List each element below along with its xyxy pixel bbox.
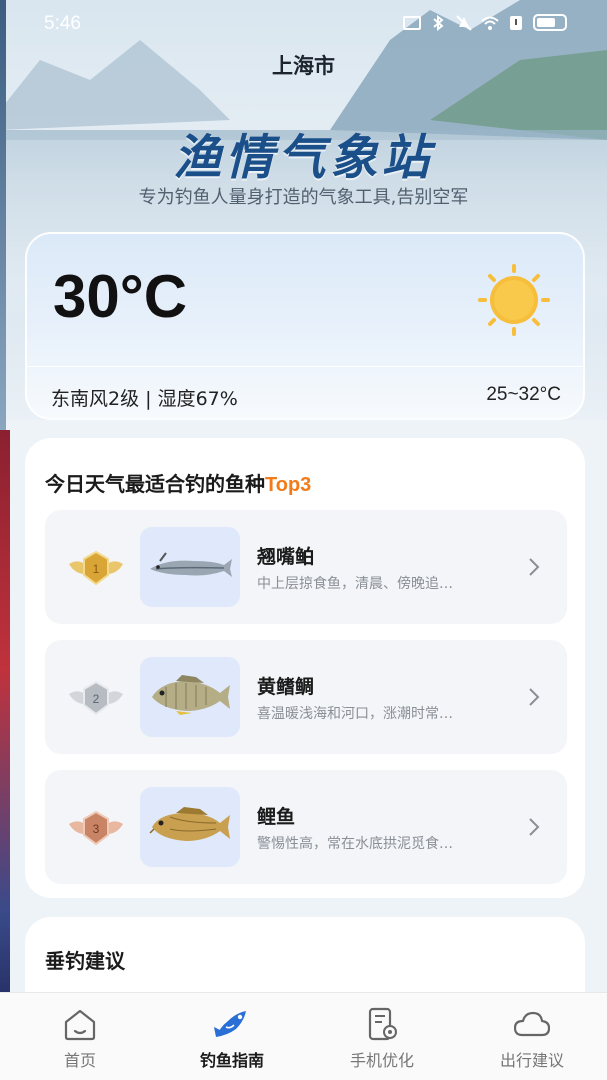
tab-fishing-guide[interactable]: 钓鱼指南	[156, 993, 308, 1080]
svg-text:2: 2	[93, 692, 100, 706]
fish-thumbnail	[140, 657, 240, 737]
bluetooth-icon	[433, 14, 444, 31]
status-bar: 5:46	[0, 0, 607, 48]
fish-thumbnail	[140, 527, 240, 607]
fish-image	[149, 807, 230, 841]
tab-label: 手机优化	[349, 1051, 414, 1070]
fish-description: 中上层掠食鱼，清晨、傍晚追…	[257, 576, 453, 592]
fish-image	[152, 675, 230, 715]
tab-label: 钓鱼指南	[199, 1051, 264, 1070]
cloud-icon	[514, 1011, 550, 1037]
sun-icon	[478, 264, 550, 336]
bronze-medal-icon: 3	[69, 810, 123, 846]
fish-thumbnail	[140, 787, 240, 867]
advice-title: 垂钓建议	[45, 949, 125, 973]
fish-description: 警惕性高，常在水底拱泥觅食…	[257, 836, 453, 852]
wind-humidity: 东南风2级 | 湿度67%	[51, 388, 238, 410]
chevron-right-icon	[529, 688, 540, 706]
silver-medal-icon: 2	[69, 680, 123, 716]
home-icon	[64, 1009, 96, 1041]
battery-icon	[533, 14, 567, 31]
svg-text:3: 3	[93, 822, 100, 836]
mute-icon	[456, 14, 472, 31]
tab-phone-optimize[interactable]: 手机优化	[306, 993, 458, 1080]
chevron-right-icon	[529, 818, 540, 836]
fish-section-heading: 今日天气最适合钓的鱼种Top3	[45, 472, 312, 496]
fish-description: 喜温暖浅海和河口，涨潮时常…	[257, 706, 453, 722]
fish-name: 黄鳍鲷	[257, 676, 315, 698]
fish-list-item[interactable]: 3 鲤鱼 警惕性高，常在水底拱泥觅食…	[45, 770, 567, 884]
current-temperature: 30°C	[53, 263, 188, 330]
fish-name: 鲤鱼	[257, 806, 296, 828]
temperature-range: 25~32°C	[486, 384, 561, 405]
fish-list-item[interactable]: 1 翘嘴鲌 中上层掠食鱼，清晨、傍晚追…	[45, 510, 567, 624]
fish-icon	[214, 1011, 246, 1037]
app-subtitle: 专为钓鱼人量身打造的气象工具,告别空军	[138, 187, 469, 208]
chevron-right-icon	[529, 558, 540, 576]
tab-label: 首页	[63, 1051, 96, 1070]
svg-text:1: 1	[93, 562, 100, 576]
status-time: 5:46	[44, 13, 81, 34]
phone-settings-icon	[368, 1007, 397, 1041]
fish-name: 翘嘴鲌	[257, 546, 315, 568]
city-name[interactable]: 上海市	[0, 50, 607, 80]
weather-card[interactable]: 30°C 东南风2级 | 湿度67% 25~32°C	[25, 232, 585, 420]
tab-home[interactable]: 首页	[4, 993, 156, 1080]
fish-image	[150, 552, 232, 577]
tab-travel-advice[interactable]: 出行建议	[456, 993, 607, 1080]
alert-icon	[510, 15, 522, 30]
gold-medal-icon: 1	[69, 550, 123, 586]
fish-list-item[interactable]: 2 黄鳍鲷 喜温暖浅海和河口，涨潮时常…	[45, 640, 567, 754]
fish-recommendation-card: 今日天气最适合钓的鱼种Top3 1 翘嘴鲌 中上层掠食鱼，清晨、傍晚追… 2 黄…	[25, 438, 585, 898]
tab-label: 出行建议	[499, 1051, 564, 1070]
app-title: 渔情气象站	[173, 130, 434, 186]
cast-icon	[403, 15, 421, 30]
bottom-tab-bar: 首页 钓鱼指南 手机优化 出行建议	[0, 992, 607, 1080]
wifi-icon	[481, 16, 499, 30]
